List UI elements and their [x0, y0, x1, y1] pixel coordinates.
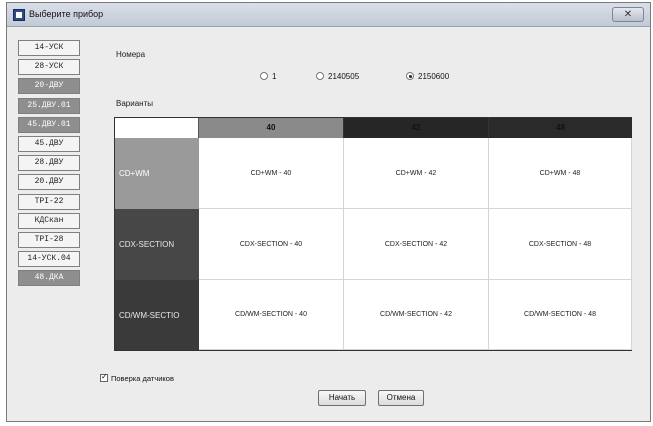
radio-dot-icon [260, 72, 268, 80]
device-list: 14-УСК 28-УСК 20-ДВУ 25.ДВУ.01 45.ДВУ.01 45.Д… [18, 40, 90, 289]
row-header-cd-wm[interactable]: CD+WM [115, 138, 199, 209]
grid-corner [115, 118, 199, 138]
radio-number-2140505[interactable]: 2140505 [316, 72, 359, 81]
radio-label: 1 [272, 72, 277, 81]
variants-grid: 40 42 48 CD+WM CDX-SECTION CD/WM-SECTIO … [114, 117, 632, 351]
window-title: Выберите прибор [29, 9, 104, 19]
row-header-cdx-section[interactable]: CDX-SECTION [115, 209, 199, 280]
radio-number-2150600[interactable]: 2150600 [406, 72, 449, 81]
device-button[interactable]: 25.ДВУ.01 [18, 97, 80, 114]
app-icon [13, 9, 25, 21]
start-button[interactable]: Начать [318, 390, 366, 406]
device-button[interactable]: 45.ДВУ [18, 135, 80, 152]
title-bar: Выберите прибор ✕ [7, 3, 650, 27]
device-button[interactable]: 14-УСК [18, 40, 80, 56]
cancel-button[interactable]: Отмена [378, 390, 424, 406]
device-button[interactable]: ТРI-28 [18, 231, 80, 248]
device-button[interactable]: 28.ДВУ [18, 155, 80, 172]
close-button[interactable]: ✕ [612, 7, 644, 22]
verify-sensors-checkbox[interactable]: Поверка датчиков [100, 372, 174, 383]
device-button[interactable]: 20.ДВУ [18, 174, 80, 191]
checkbox-check-icon [100, 372, 108, 382]
radio-dot-icon [316, 72, 324, 80]
variant-cell[interactable]: CDX-SECTION - 48 [489, 209, 632, 280]
device-button[interactable]: 20-ДВУ [18, 78, 80, 95]
device-button[interactable]: 14-УСК.04 [18, 251, 80, 268]
variants-label: Варианты [116, 99, 153, 108]
variant-cell[interactable]: CD/WM-SECTION - 40 [199, 280, 344, 350]
variant-cell[interactable]: CD+WM - 40 [199, 138, 344, 209]
column-header-42[interactable]: 42 [344, 118, 489, 138]
device-button[interactable]: 48.ДКА [18, 270, 80, 287]
variant-cell[interactable]: CDX-SECTION - 42 [344, 209, 489, 280]
radio-label: 2140505 [328, 72, 360, 81]
radio-number-1[interactable]: 1 [260, 72, 276, 81]
radio-dot-icon [406, 72, 414, 80]
column-header-40[interactable]: 40 [199, 118, 344, 138]
column-header-48[interactable]: 48 [489, 118, 632, 138]
device-button[interactable]: КДСкан [18, 212, 80, 229]
variant-cell[interactable]: CD+WM - 42 [344, 138, 489, 209]
row-header-cd-wm-section[interactable]: CD/WM-SECTIO [115, 280, 199, 350]
device-button[interactable]: ТРI-22 [18, 193, 80, 210]
numbers-label: Номера [116, 50, 146, 59]
device-button[interactable]: 28-УСК [18, 59, 80, 76]
variant-cell[interactable]: CDX-SECTION - 40 [199, 209, 344, 280]
device-button[interactable]: 45.ДВУ.01 [18, 116, 80, 133]
radio-label: 2150600 [418, 72, 450, 81]
variant-cell[interactable]: CD+WM - 48 [489, 138, 632, 209]
variant-cell[interactable]: CD/WM-SECTION - 42 [344, 280, 489, 350]
verify-sensors-label: Поверка датчиков [111, 374, 174, 383]
variant-cell[interactable]: CD/WM-SECTION - 48 [489, 280, 632, 350]
